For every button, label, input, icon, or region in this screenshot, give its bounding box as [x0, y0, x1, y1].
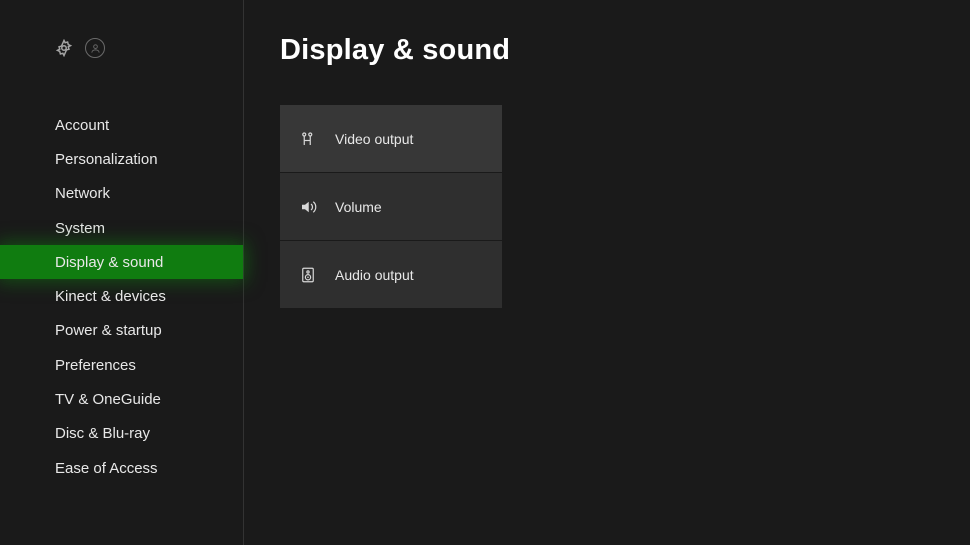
sidebar-item-label: Power & startup — [55, 322, 162, 339]
sidebar-item-power-startup[interactable]: Power & startup — [0, 314, 243, 348]
sidebar-header — [55, 38, 105, 58]
volume-icon — [299, 198, 317, 216]
sidebar-item-preferences[interactable]: Preferences — [0, 348, 243, 382]
sidebar-item-label: Network — [55, 185, 110, 202]
tile-audio-output[interactable]: Audio output — [280, 241, 502, 308]
sidebar: Account Personalization Network System D… — [0, 0, 244, 545]
tile-label: Audio output — [335, 267, 414, 283]
sidebar-item-network[interactable]: Network — [0, 177, 243, 211]
sidebar-item-label: Display & sound — [55, 254, 163, 271]
sidebar-item-label: Preferences — [55, 357, 136, 374]
sidebar-item-disc-bluray[interactable]: Disc & Blu-ray — [0, 417, 243, 451]
sidebar-item-ease-of-access[interactable]: Ease of Access — [0, 451, 243, 485]
sidebar-item-label: Disc & Blu-ray — [55, 425, 150, 442]
sidebar-item-label: Ease of Access — [55, 460, 158, 477]
main: Display & sound Video output — [280, 34, 930, 308]
gear-icon[interactable] — [55, 39, 73, 57]
page-title: Display & sound — [280, 34, 930, 67]
sidebar-item-label: Account — [55, 117, 109, 134]
sidebar-item-label: Kinect & devices — [55, 288, 166, 305]
audio-output-icon — [299, 266, 317, 284]
profile-icon[interactable] — [85, 38, 105, 58]
sidebar-item-label: TV & OneGuide — [55, 391, 161, 408]
tile-volume[interactable]: Volume — [280, 173, 502, 240]
sidebar-item-label: Personalization — [55, 151, 158, 168]
sidebar-items: Account Personalization Network System D… — [0, 108, 243, 485]
sidebar-item-label: System — [55, 220, 105, 237]
tile-label: Video output — [335, 131, 413, 147]
sidebar-item-display-sound[interactable]: Display & sound — [0, 245, 243, 279]
tiles: Video output Volume Audio — [280, 105, 930, 308]
tile-label: Volume — [335, 199, 382, 215]
sidebar-item-kinect-devices[interactable]: Kinect & devices — [0, 279, 243, 313]
tile-video-output[interactable]: Video output — [280, 105, 502, 172]
video-cable-icon — [299, 130, 317, 148]
sidebar-item-tv-oneguide[interactable]: TV & OneGuide — [0, 382, 243, 416]
sidebar-item-personalization[interactable]: Personalization — [0, 142, 243, 176]
sidebar-item-account[interactable]: Account — [0, 108, 243, 142]
sidebar-item-system[interactable]: System — [0, 211, 243, 245]
